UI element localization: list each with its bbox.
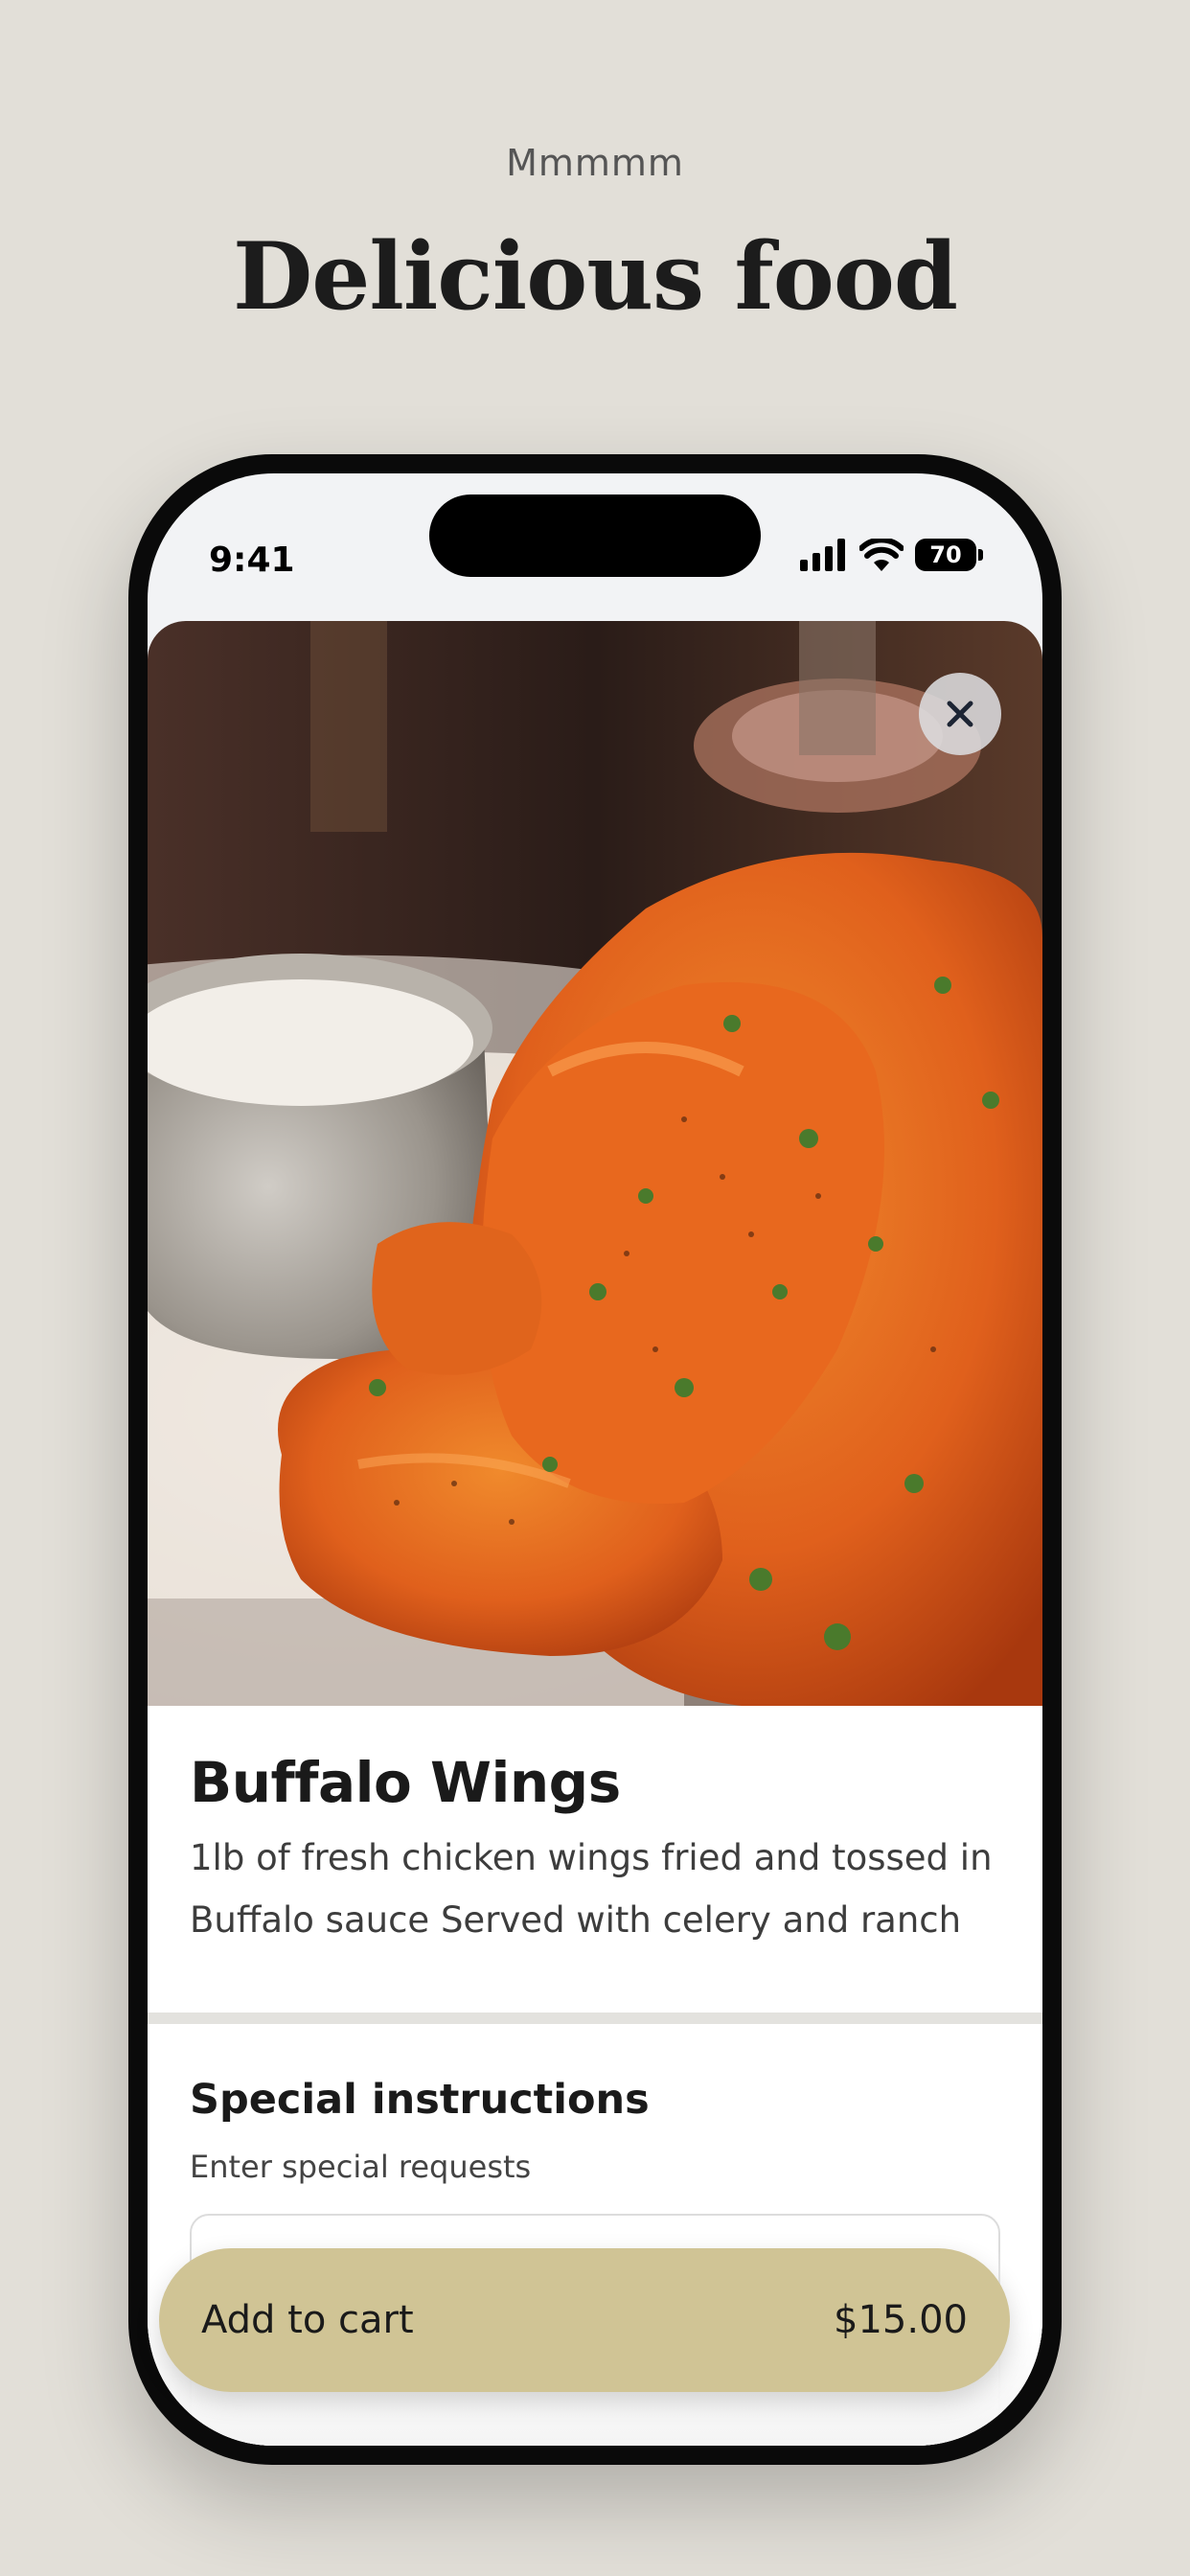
section-divider <box>148 2012 1042 2024</box>
dynamic-island <box>429 494 761 577</box>
add-to-cart-button[interactable]: Add to cart $15.00 <box>159 2248 1010 2392</box>
close-button[interactable] <box>919 673 1001 755</box>
battery-nub <box>978 549 983 561</box>
food-illustration <box>148 621 1042 1706</box>
marketing-headline: Delicious food <box>233 222 958 331</box>
marketing-eyebrow: Mmmmm <box>506 142 684 184</box>
special-instructions-subtitle: Enter special requests <box>190 2149 532 2185</box>
cart-price: $15.00 <box>834 2298 968 2342</box>
item-detail-sheet: Buffalo Wings 1lb of fresh chicken wings… <box>148 621 1042 2446</box>
status-icons: 70 <box>800 529 983 581</box>
special-instructions-title: Special instructions <box>190 2076 650 2124</box>
status-time: 9:41 <box>209 540 295 580</box>
item-description: 1lb of fresh chicken wings fried and tos… <box>190 1837 993 1941</box>
buffalo-wings-photo <box>148 621 1042 1706</box>
phone-screen: 9:41 70 Buffalo Wings 1lb of fresh chick… <box>148 473 1042 2446</box>
battery-icon: 70 <box>915 539 983 571</box>
add-to-cart-label: Add to cart <box>201 2298 414 2342</box>
item-title: Buffalo Wings <box>190 1750 621 1815</box>
phone-frame: 9:41 70 Buffalo Wings 1lb of fresh chick… <box>128 454 1062 2465</box>
close-icon <box>947 701 973 727</box>
cellular-signal-icon <box>800 539 845 571</box>
battery-level: 70 <box>915 539 976 571</box>
wifi-icon <box>859 539 904 571</box>
